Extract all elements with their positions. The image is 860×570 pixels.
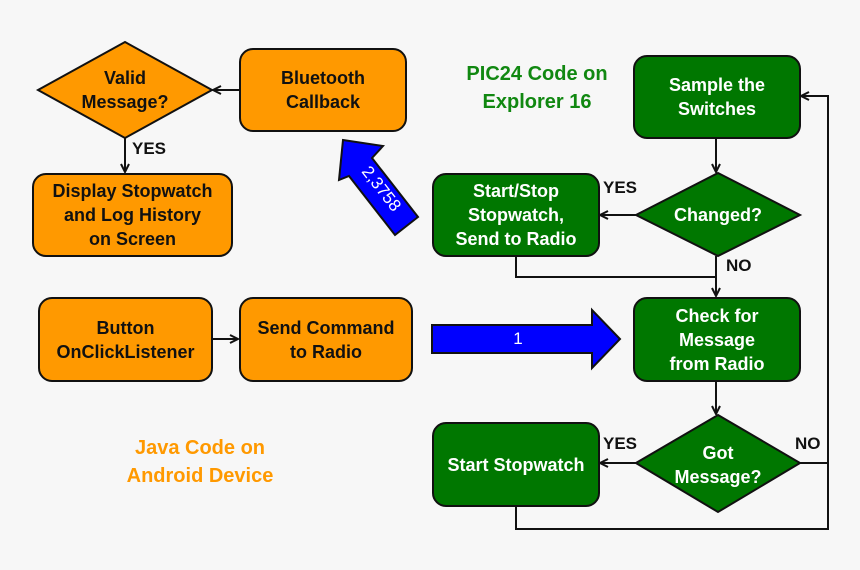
android-section-title: Java Code on Android Device xyxy=(126,437,274,487)
message-to-pic-label: 1 xyxy=(513,329,523,348)
got-no-label: NO xyxy=(795,434,821,453)
changed-yes-label: YES xyxy=(603,178,638,197)
sample-switches-box: Sample the Switches xyxy=(633,55,801,139)
bluetooth-callback-box: Bluetooth Callback xyxy=(239,48,407,132)
got-yes-label: YES xyxy=(603,434,638,453)
check-message-box: Check for Message from Radio xyxy=(633,297,801,382)
valid-yes-label: YES xyxy=(132,139,167,158)
message-arrow-to-pic xyxy=(431,307,622,371)
connector-startstop-merge xyxy=(515,256,716,278)
start-stop-box: Start/Stop Stopwatch, Send to Radio xyxy=(432,173,600,257)
display-stopwatch-box: Display Stopwatch and Log History on Scr… xyxy=(32,173,233,257)
button-listener-box: Button OnClickListener xyxy=(38,297,213,382)
start-stopwatch-box: Start Stopwatch xyxy=(432,422,600,507)
send-command-box: Send Command to Radio xyxy=(239,297,413,382)
pic-section-title: PIC24 Code on Explorer 16 xyxy=(466,63,608,113)
changed-label: Changed? xyxy=(674,205,762,225)
got-message-label: Got Message? xyxy=(674,443,762,487)
changed-no-label: NO xyxy=(726,256,752,275)
valid-message-label: Valid Message? xyxy=(81,68,169,112)
